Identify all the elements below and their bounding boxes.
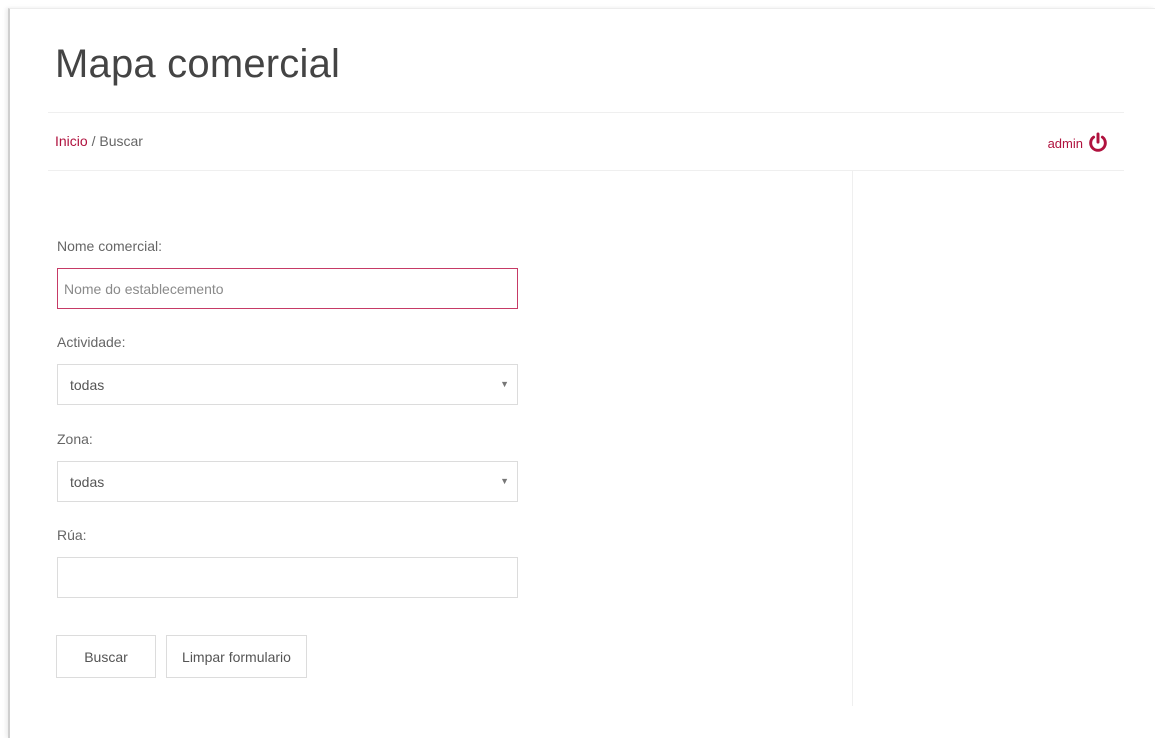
user-name-link[interactable]: admin — [1048, 136, 1083, 152]
activity-field-label: Actividade: — [57, 334, 126, 350]
chevron-down-icon: ▼ — [500, 379, 509, 389]
street-input[interactable] — [57, 557, 518, 598]
zone-field-label: Zona: — [57, 431, 93, 447]
business-name-input[interactable] — [57, 268, 518, 309]
breadcrumb-divider — [48, 170, 1124, 171]
zone-select[interactable]: todas ▼ — [57, 461, 518, 502]
clear-form-button[interactable]: Limpar formulario — [166, 635, 307, 678]
breadcrumb: Inicio / Buscar — [55, 133, 143, 149]
user-area: admin — [1048, 132, 1109, 154]
breadcrumb-separator: / — [87, 133, 100, 149]
breadcrumb-current: Buscar — [99, 133, 143, 149]
power-icon[interactable] — [1087, 132, 1109, 154]
street-field-label: Rúa: — [57, 527, 87, 543]
header-divider — [48, 112, 1124, 113]
page: Mapa comercial Inicio / Buscar admin Nom… — [0, 0, 1155, 738]
zone-select-value: todas — [70, 474, 105, 490]
page-title: Mapa comercial — [55, 42, 341, 86]
name-field-label: Nome comercial: — [57, 238, 163, 254]
breadcrumb-home-link[interactable]: Inicio — [55, 133, 88, 149]
sidebar-divider — [852, 171, 853, 706]
activity-select[interactable]: todas ▼ — [57, 364, 518, 405]
activity-select-value: todas — [70, 377, 105, 393]
search-button[interactable]: Buscar — [56, 635, 156, 678]
chevron-down-icon: ▼ — [500, 476, 509, 486]
